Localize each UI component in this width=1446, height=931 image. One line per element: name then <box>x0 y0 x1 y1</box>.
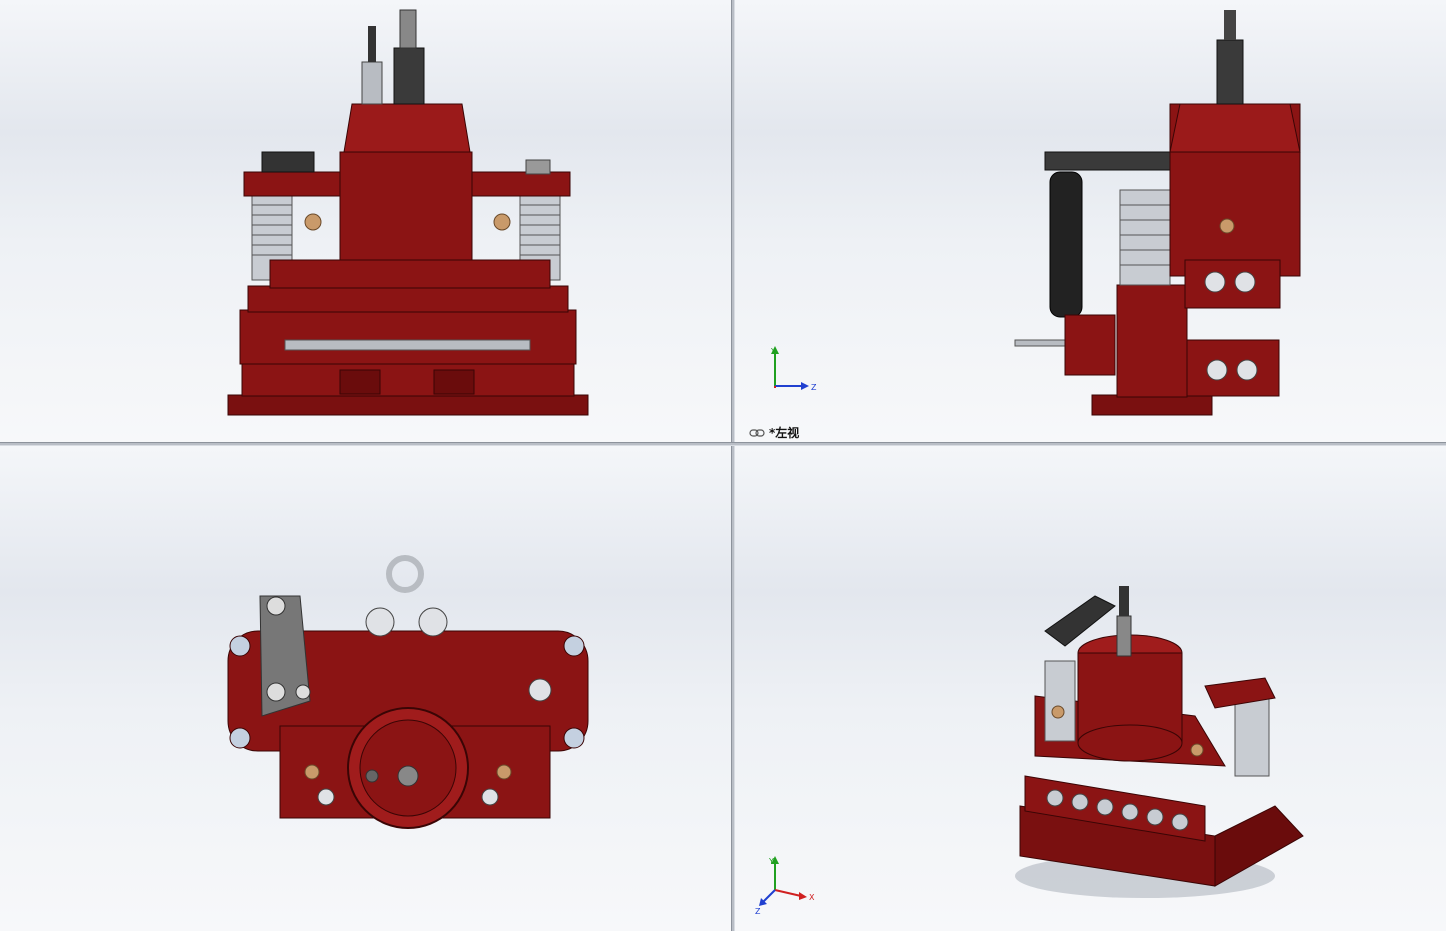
viewport-top[interactable] <box>0 446 731 931</box>
axis-triad-icon: Y Z <box>770 346 817 392</box>
axis-y-label: Y <box>770 347 776 356</box>
viewport-isometric[interactable]: Y X Z <box>735 446 1446 931</box>
axis-z-label: Z <box>755 907 761 916</box>
view-label[interactable]: *左视 <box>749 424 799 441</box>
viewport-left[interactable]: Y Z *左视 <box>735 0 1446 442</box>
axis-y-label: Y <box>768 857 774 866</box>
link-views-icon <box>749 428 765 437</box>
view-name-text: *左视 <box>769 426 800 440</box>
brake-model-top-view <box>227 555 589 829</box>
brake-model-front-view <box>227 9 589 416</box>
axis-z-label: Z <box>811 383 817 392</box>
axis-x-label: X <box>809 893 815 902</box>
viewport-front[interactable] <box>0 0 731 442</box>
axis-triad-icon: Y X Z <box>755 856 815 916</box>
